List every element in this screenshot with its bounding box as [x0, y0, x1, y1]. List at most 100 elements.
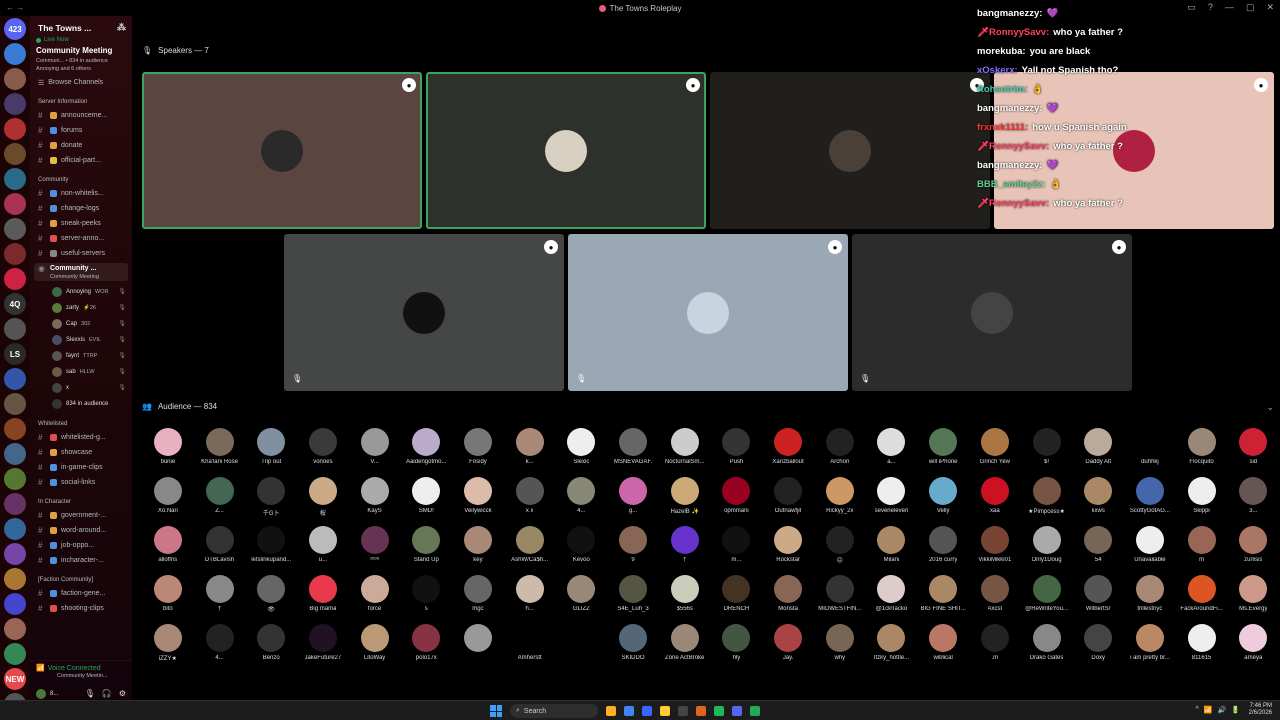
audience-member[interactable]: Skippi: [1176, 477, 1228, 526]
audience-member[interactable]: 千G卜: [245, 477, 297, 526]
pin-icon[interactable]: ●: [402, 78, 416, 92]
audience-member[interactable]: @1ck!Iacko: [866, 575, 918, 624]
audience-member[interactable]: Kevoo: [556, 526, 608, 575]
server-icon[interactable]: [4, 368, 26, 390]
taskbar-app-icon[interactable]: [624, 706, 634, 716]
wifi-icon[interactable]: 📶: [1204, 706, 1213, 714]
audience-member[interactable]: S4E_Luh_3: [607, 575, 659, 624]
collapse-chevron-icon[interactable]: ⌄: [1266, 402, 1274, 413]
speaker-tile[interactable]: ●: [994, 72, 1274, 229]
pin-icon[interactable]: ●: [828, 240, 842, 254]
server-icon[interactable]: [4, 643, 26, 665]
channel-item[interactable]: # incharacter-...: [30, 556, 132, 565]
audience-member[interactable]: polo17x: [400, 624, 452, 673]
audience-member[interactable]: k...: [504, 428, 556, 477]
server-icon[interactable]: [4, 693, 26, 700]
maximize-button[interactable]: ▢: [1246, 2, 1255, 13]
audience-member[interactable]: améya: [1227, 624, 1279, 673]
audience-member[interactable]: opmmani: [711, 477, 763, 526]
server-header[interactable]: The Towns ... ⁂: [30, 16, 132, 33]
pin-icon[interactable]: ●: [1112, 240, 1126, 254]
server-icon[interactable]: [4, 593, 26, 615]
channel-item[interactable]: # government-...: [30, 511, 132, 520]
server-icon[interactable]: [4, 418, 26, 440]
audience-member[interactable]: Monsta: [762, 575, 814, 624]
taskbar-app-icon[interactable]: [678, 706, 688, 716]
nav-arrows[interactable]: ← →: [6, 3, 24, 12]
audience-member[interactable]: wiblical: [917, 624, 969, 673]
taskbar-app-icon[interactable]: [714, 706, 724, 716]
audience-member[interactable]: Flocquito: [1176, 428, 1228, 477]
audience-member[interactable]: sid: [1227, 428, 1279, 477]
voice-user[interactable]: x 🎙: [30, 382, 132, 393]
audience-member[interactable]: JakeFuture27: [297, 624, 349, 673]
audience-member[interactable]: 桜: [297, 477, 349, 526]
headphones-icon[interactable]: 🎧: [102, 689, 112, 698]
audience-member[interactable]: Doxy: [1072, 624, 1124, 673]
audience-member[interactable]: a...: [866, 428, 918, 477]
audience-member[interactable]: g...: [607, 477, 659, 526]
audience-member[interactable]: m...: [711, 526, 763, 575]
audience-member[interactable]: V...: [349, 428, 401, 477]
pin-icon[interactable]: ●: [1254, 78, 1268, 92]
category-header[interactable]: Community: [38, 177, 132, 183]
audience-member[interactable]: seveneleven: [866, 477, 918, 526]
audience-member[interactable]: [556, 624, 608, 673]
server-icon[interactable]: 4Q: [4, 293, 26, 315]
taskbar-app-icon[interactable]: [642, 706, 652, 716]
audience-member[interactable]: Fosidy: [452, 428, 504, 477]
settings-gear-icon[interactable]: ⚙: [119, 689, 126, 698]
voice-channel-active[interactable]: ◉ Community ... Community Meeting: [34, 263, 128, 281]
audience-member[interactable]: Outnawfjit: [762, 477, 814, 526]
server-icon[interactable]: [4, 443, 26, 465]
audience-member[interactable]: Jay.: [762, 624, 814, 673]
voice-user[interactable]: sab HLLW 🎙: [30, 366, 132, 377]
server-icon[interactable]: [4, 43, 26, 65]
audience-member[interactable]: vonoes: [297, 428, 349, 477]
inbox-icon[interactable]: ▭: [1187, 2, 1196, 13]
channel-item[interactable]: # showcase: [30, 448, 132, 457]
voice-user[interactable]: faynt TTRP 🎙: [30, 350, 132, 361]
audience-member[interactable]: $556s: [659, 575, 711, 624]
audience-member[interactable]: Z...: [194, 477, 246, 526]
audience-member[interactable]: $!: [1021, 428, 1073, 477]
channel-item[interactable]: # word-around...: [30, 526, 132, 535]
channel-item[interactable]: # official-part...: [30, 156, 132, 165]
clock[interactable]: 7:46 PM 2/6/2026: [1249, 703, 1272, 717]
audience-member[interactable]: kxws: [1072, 477, 1124, 526]
invite-icon[interactable]: ⁂: [117, 22, 126, 33]
audience-member[interactable]: Only1Doug: [1021, 526, 1073, 575]
audience-member[interactable]: KayS: [349, 477, 401, 526]
channel-item[interactable]: # announceme...: [30, 111, 132, 120]
speaker-tile[interactable]: ●: [142, 72, 422, 229]
audience-member[interactable]: WilbertSr: [1072, 575, 1124, 624]
channel-item[interactable]: # forums: [30, 126, 132, 135]
server-icon[interactable]: LS: [4, 343, 26, 365]
speaker-tile[interactable]: ● 🎙: [852, 234, 1132, 391]
audience-member[interactable]: Trip out: [245, 428, 297, 477]
browse-channels[interactable]: ☰ Browse Channels: [38, 79, 132, 87]
voice-user[interactable]: Slexxis EVIL 🎙: [30, 334, 132, 345]
audience-member[interactable]: LitoWay: [349, 624, 401, 673]
category-header[interactable]: [Faction Community]: [38, 577, 132, 583]
audience-member[interactable]: 54: [1072, 526, 1124, 575]
audience-member[interactable]: Benzo: [245, 624, 297, 673]
audience-member[interactable]: 9: [607, 526, 659, 575]
voice-user[interactable]: zarty ⚡26 🎙: [30, 302, 132, 313]
audience-member[interactable]: Itzky_hottle...: [866, 624, 918, 673]
audience-member[interactable]: Axcst: [969, 575, 1021, 624]
audience-member[interactable]: BIG FINE SHIT...: [917, 575, 969, 624]
server-icon[interactable]: 423: [4, 18, 26, 40]
audience-member[interactable]: hly: [711, 624, 763, 673]
audience-member[interactable]: VikkiMikki01: [969, 526, 1021, 575]
audience-member[interactable]: FackAroundFi...: [1176, 575, 1228, 624]
audience-member[interactable]: Daddy Alt: [1072, 428, 1124, 477]
audience-member[interactable]: DTBLavish: [194, 526, 246, 575]
audience-member[interactable]: ★Pimpcess★: [1021, 477, 1073, 526]
pin-icon[interactable]: ●: [970, 78, 984, 92]
audience-member[interactable]: Kha'lani Rose: [194, 428, 246, 477]
audience-member[interactable]: key: [452, 526, 504, 575]
server-icon[interactable]: [4, 568, 26, 590]
channel-item[interactable]: # job-oppo...: [30, 541, 132, 550]
channel-item[interactable]: # server-anno...: [30, 234, 132, 243]
